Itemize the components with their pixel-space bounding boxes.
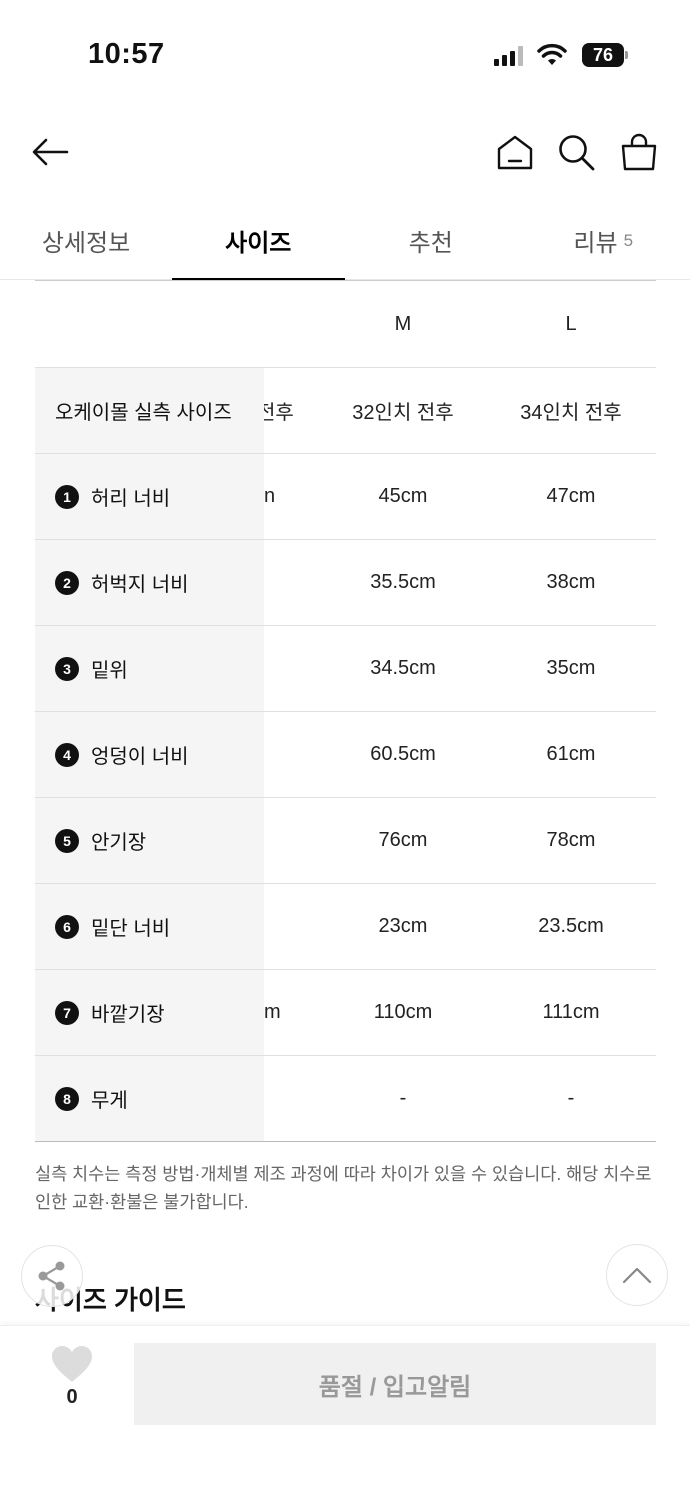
shopping-bag-icon (621, 133, 657, 171)
column-header-m: M (394, 312, 412, 335)
cell-m: - (399, 1087, 407, 1109)
status-bar: 10:57 76 (0, 0, 690, 110)
row-label: 2 허벅지 너비 (35, 540, 264, 625)
cell-l: - (567, 1087, 575, 1109)
cell-l: 23.5cm (538, 915, 604, 937)
row-label: 1 허리 너비 (35, 454, 264, 539)
table-row: 23cm 23.5cm 6 밑단 너비 (35, 884, 656, 970)
number-badge: 1 (55, 484, 79, 509)
cell-l: 78cm (546, 829, 596, 851)
tab-label: 사이즈 (225, 229, 292, 257)
cell-l: 61cm (546, 743, 596, 765)
row-label-text: 바깥기장 (91, 1004, 165, 1026)
table-row: 34.5cm 35cm 3 밑위 (35, 626, 656, 712)
number-badge: 6 (55, 914, 79, 939)
size-table[interactable]: M L 전후 32인치 전후 34인치 전후 오케이몰 실측 사이즈 n 45c… (35, 280, 656, 1142)
cell-l: 47cm (546, 485, 596, 507)
search-button[interactable] (554, 130, 598, 174)
table-row: - - 8 무게 (35, 1056, 656, 1142)
heart-icon (52, 1346, 92, 1382)
battery-level: 76 (582, 43, 624, 67)
clipped-cell: n (264, 485, 276, 507)
cell-m: 23cm (378, 915, 428, 937)
cell-l: 38cm (546, 571, 596, 593)
row-label-text: 엉덩이 너비 (91, 746, 189, 768)
column-header-l: L (565, 312, 577, 335)
share-button[interactable] (21, 1245, 83, 1307)
row-label: 5 안기장 (35, 798, 264, 883)
back-arrow-icon (32, 138, 69, 166)
row-label: 4 엉덩이 너비 (35, 712, 264, 797)
number-badge: 3 (55, 656, 79, 681)
number-badge: 7 (55, 1000, 79, 1025)
tab-size[interactable]: 사이즈 (172, 200, 345, 281)
row-label-text: 오케이몰 실측 사이즈 (55, 402, 232, 424)
home-button[interactable] (493, 130, 537, 174)
row-label: 8 무게 (35, 1056, 264, 1141)
review-count: 5 (623, 231, 634, 250)
cell-l: 35cm (546, 657, 596, 679)
battery-icon: 76 (582, 43, 628, 67)
row-label-text: 안기장 (91, 832, 147, 854)
signal-icon (494, 46, 524, 66)
cell-m: 60.5cm (370, 743, 436, 765)
table-row: 60.5cm 61cm 4 엉덩이 너비 (35, 712, 656, 798)
row-label: 7 바깥기장 (35, 970, 264, 1055)
cell-m: 32인치 전후 (352, 402, 454, 424)
row-label: 6 밑단 너비 (35, 884, 264, 969)
bottom-action-bar: 0 품절 / 입고알림 (0, 1325, 690, 1500)
table-row: 전후 32인치 전후 34인치 전후 오케이몰 실측 사이즈 (35, 368, 656, 454)
tab-details[interactable]: 상세정보 (0, 200, 172, 280)
number-badge: 2 (55, 570, 79, 595)
clipped-cell: m (264, 1001, 281, 1023)
tab-label: 상세정보 (41, 229, 131, 257)
table-row: m 110cm 111cm 7 바깥기장 (35, 970, 656, 1056)
table-row: 35.5cm 38cm 2 허벅지 너비 (35, 540, 656, 626)
cell-m: 34.5cm (370, 657, 436, 679)
size-disclaimer: 실측 치수는 측정 방법·개체별 제조 과정에 따라 차이가 있을 수 있습니다… (35, 1164, 652, 1212)
table-row: 76cm 78cm 5 안기장 (35, 798, 656, 884)
cell-m: 45cm (378, 485, 428, 507)
row-label-text: 허벅지 너비 (91, 574, 189, 596)
back-button[interactable] (28, 130, 72, 174)
search-icon (559, 135, 595, 171)
row-label-text: 밑위 (91, 660, 128, 682)
tab-bar: 상세정보 사이즈 추천 리뷰 5 (0, 200, 690, 281)
status-time: 10:57 (88, 38, 165, 70)
shopping-bag-button[interactable] (617, 130, 661, 174)
like-button[interactable]: 0 (42, 1344, 102, 1424)
number-badge: 4 (55, 742, 79, 767)
soldout-restock-button[interactable]: 품절 / 입고알림 (134, 1343, 656, 1425)
tab-review[interactable]: 리뷰 5 (517, 200, 690, 280)
tab-label: 리뷰 (573, 229, 618, 257)
row-label-text: 허리 너비 (91, 488, 171, 510)
cell-m: 76cm (378, 829, 428, 851)
share-icon (38, 1261, 65, 1291)
row-label-text: 무게 (91, 1090, 128, 1112)
number-badge: 8 (55, 1086, 79, 1111)
cell-l: 111cm (542, 1001, 600, 1023)
chevron-up-icon (622, 1267, 652, 1284)
table-header-row: M L (35, 281, 656, 368)
row-label: 오케이몰 실측 사이즈 (35, 368, 264, 453)
home-icon (497, 135, 533, 170)
cell-l: 34인치 전후 (520, 402, 622, 424)
top-nav (0, 120, 690, 184)
row-label-text: 밑단 너비 (91, 918, 171, 940)
cell-m: 110cm (373, 1001, 433, 1023)
wifi-icon (537, 43, 567, 67)
scroll-top-button[interactable] (606, 1244, 668, 1306)
number-badge: 5 (55, 828, 79, 853)
cell-m: 35.5cm (370, 571, 436, 593)
tab-recommend[interactable]: 추천 (345, 200, 518, 280)
row-label: 3 밑위 (35, 626, 264, 711)
table-row: n 45cm 47cm 1 허리 너비 (35, 454, 656, 540)
like-count: 0 (66, 1386, 78, 1408)
tab-label: 추천 (408, 229, 453, 257)
